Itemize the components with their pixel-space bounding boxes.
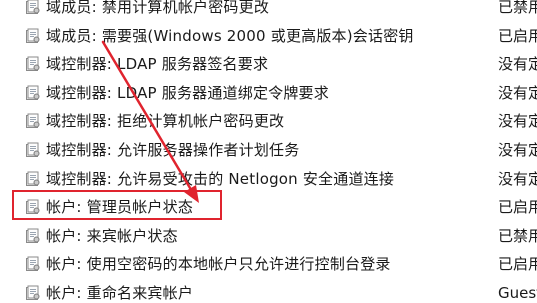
policy-row[interactable]: 帐户: 来宾帐户状态 已禁用 (0, 222, 537, 251)
policy-row[interactable]: 域控制器: LDAP 服务器签名要求 没有定义 (0, 50, 537, 79)
policy-setting-icon (26, 85, 40, 100)
policy-value: 已启用 (498, 26, 537, 45)
policy-value: 没有定义 (498, 55, 537, 74)
policy-setting-icon (26, 142, 40, 157)
policy-value: 已禁用 (498, 0, 537, 16)
policy-name: 域成员: 禁用计算机帐户密码更改 (46, 0, 270, 16)
policy-setting-icon (26, 285, 40, 300)
policy-row[interactable]: 域控制器: 允许易受攻击的 Netlogon 安全通道连接 没有定义 (0, 165, 537, 194)
policy-value: 已启用 (498, 198, 537, 217)
policy-value: 没有定义 (498, 112, 537, 131)
policy-name: 帐户: 来宾帐户状态 (46, 226, 178, 245)
policy-value: 没有定义 (498, 169, 537, 188)
policy-row[interactable]: 域控制器: 拒绝计算机帐户密码更改 没有定义 (0, 107, 537, 136)
policy-row[interactable]: 域控制器: 允许服务器操作者计划任务 没有定义 (0, 136, 537, 165)
policy-setting-icon (26, 56, 40, 72)
policy-name: 域控制器: 允许易受攻击的 Netlogon 安全通道连接 (46, 169, 395, 188)
policy-setting-icon (26, 199, 40, 215)
policy-value: Guest (498, 283, 537, 302)
policy-name: 帐户: 使用空密码的本地帐户只允许进行控制台登录 (46, 255, 391, 274)
policy-name: 帐户: 管理员帐户状态 (46, 198, 194, 217)
policy-row[interactable]: 帐户: 使用空密码的本地帐户只允许进行控制台登录 已启用 (0, 250, 537, 279)
policy-row[interactable]: 域成员: 需要强(Windows 2000 或更高版本)会话密钥 已启用 (0, 22, 537, 51)
policy-value: 没有定义 (498, 140, 537, 159)
policy-setting-icon (26, 256, 40, 272)
policy-name: 帐户: 重命名来宾帐户 (46, 283, 194, 302)
policy-list: 域成员: 禁用计算机帐户密码更改 已禁用 域成员: 需要强(Windows 20… (0, 0, 537, 303)
policy-value: 已禁用 (498, 226, 537, 245)
policy-setting-icon (26, 0, 40, 14)
policy-name: 域控制器: LDAP 服务器通道绑定令牌要求 (46, 83, 329, 102)
policy-setting-icon (26, 171, 40, 186)
policy-name: 域控制器: 拒绝计算机帐户密码更改 (46, 112, 285, 131)
policy-name: 域成员: 需要强(Windows 2000 或更高版本)会话密钥 (46, 26, 414, 45)
policy-setting-icon (26, 228, 40, 243)
policy-row[interactable]: 域控制器: LDAP 服务器通道绑定令牌要求 没有定义 (0, 79, 537, 108)
policy-row[interactable]: 帐户: 重命名来宾帐户 Guest (0, 279, 537, 303)
policy-name: 域控制器: LDAP 服务器签名要求 (46, 55, 269, 74)
policy-value: 没有定义 (498, 83, 537, 102)
policy-row-admin-account-status[interactable]: 帐户: 管理员帐户状态 已启用 (0, 193, 537, 222)
policy-setting-icon (26, 113, 40, 129)
policy-name: 域控制器: 允许服务器操作者计划任务 (46, 140, 300, 159)
policy-setting-icon (26, 28, 40, 43)
policy-value: 已启用 (498, 255, 537, 274)
policy-row[interactable]: 域成员: 禁用计算机帐户密码更改 已禁用 (0, 0, 537, 22)
